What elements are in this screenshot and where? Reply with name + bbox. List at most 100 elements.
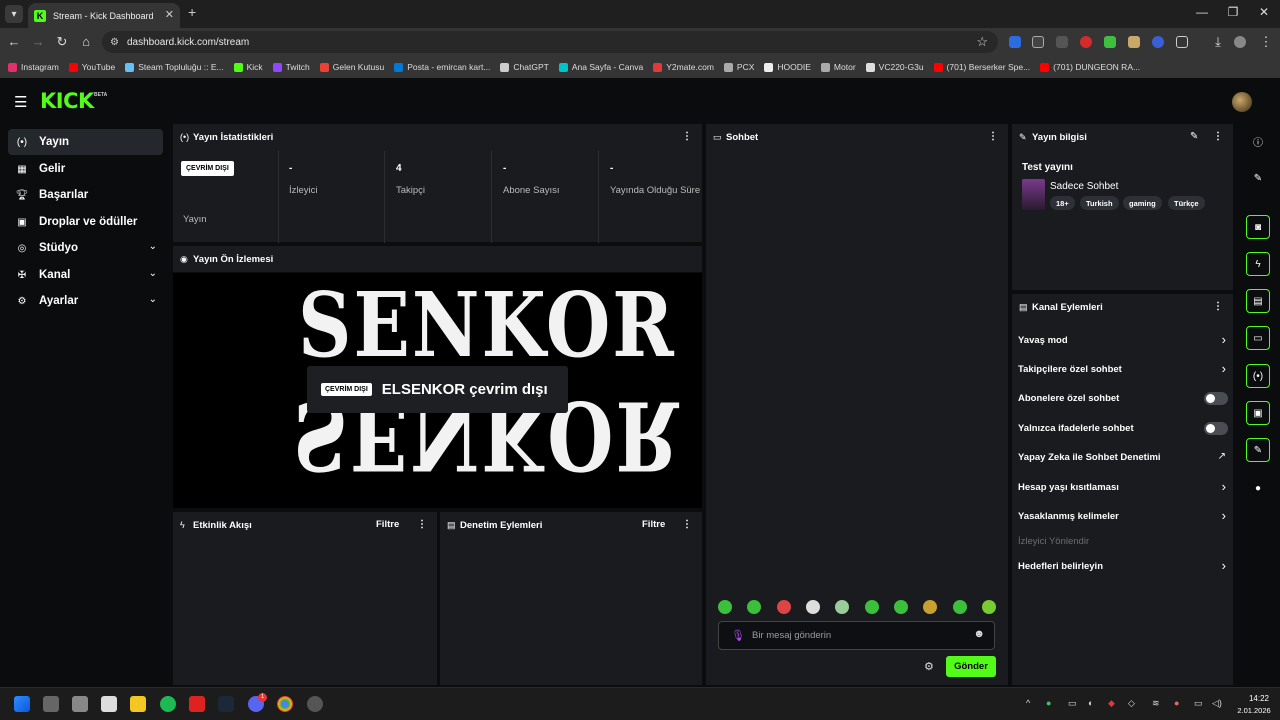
- bookmark-item[interactable]: Gelen Kutusu: [319, 62, 384, 72]
- send-button[interactable]: Gönder: [946, 656, 996, 677]
- chrome-icon[interactable]: [277, 696, 293, 712]
- tab-close-icon[interactable]: ✕: [165, 8, 174, 21]
- reload-icon[interactable]: ↻: [54, 34, 70, 50]
- filter-button[interactable]: Filtre: [376, 519, 399, 530]
- emote-icon[interactable]: [981, 600, 996, 614]
- more-options-icon[interactable]: ⋮: [682, 519, 692, 530]
- emote-icon[interactable]: [864, 600, 879, 614]
- tray-icon[interactable]: ◆: [1108, 698, 1115, 709]
- preview-icon[interactable]: ◙: [1246, 215, 1270, 239]
- clock-date[interactable]: 2.01.2026: [1232, 706, 1276, 715]
- sidebar-item-yayin[interactable]: (•) Yayın: [8, 129, 163, 155]
- subscribers-only-toggle[interactable]: [1204, 392, 1228, 405]
- emote-icon[interactable]: [718, 600, 732, 614]
- bookmark-item[interactable]: (701) DUNGEON RA...: [1040, 62, 1140, 72]
- taskbar-app-icon[interactable]: [307, 696, 323, 712]
- more-options-icon[interactable]: ⋮: [417, 519, 427, 530]
- sidebar-item-basarilar[interactable]: 🏆︎ Başarılar: [8, 182, 163, 208]
- site-info-icon[interactable]: ⚙: [110, 37, 119, 48]
- bookmark-item[interactable]: HOODIE: [764, 62, 811, 72]
- taskbar-app-icon[interactable]: [43, 696, 59, 712]
- edit-pencil-icon[interactable]: ✎: [1246, 166, 1270, 190]
- info-icon[interactable]: ⓘ: [1246, 129, 1270, 153]
- shield-extension-icon[interactable]: [1104, 36, 1116, 48]
- edit-pencil-icon[interactable]: ✎: [1190, 131, 1198, 142]
- tray-steam-icon[interactable]: ◐: [1088, 698, 1093, 708]
- more-options-icon[interactable]: ⋮: [1213, 131, 1223, 142]
- filter-button[interactable]: Filtre: [642, 519, 665, 530]
- bookmark-item[interactable]: Y2mate.com: [653, 62, 714, 72]
- browser-menu-icon[interactable]: ⋮: [1258, 34, 1274, 50]
- minimize-icon[interactable]: —: [1192, 5, 1212, 19]
- tray-icon[interactable]: ◇: [1128, 698, 1135, 709]
- steam-icon[interactable]: [218, 696, 234, 712]
- tray-overflow-icon[interactable]: ^: [1026, 698, 1030, 708]
- taskbar-app-icon[interactable]: [189, 696, 205, 712]
- sidebar-item-kanal[interactable]: ✠ Kanal ⌄: [8, 262, 163, 288]
- extensions-puzzle-icon[interactable]: [1176, 36, 1188, 48]
- action-followers-only[interactable]: Takipçilere özel sohbet ›: [1018, 361, 1230, 378]
- taskbar-app-icon[interactable]: [101, 696, 117, 712]
- bookmark-item[interactable]: Twitch: [272, 62, 310, 72]
- chat-settings-icon[interactable]: ⚙: [924, 660, 934, 673]
- more-options-icon[interactable]: ⋮: [1213, 301, 1223, 312]
- new-tab-button[interactable]: +: [188, 4, 196, 20]
- bookmark-item[interactable]: ChatGPT: [500, 62, 549, 72]
- volume-icon[interactable]: ◁): [1212, 698, 1222, 709]
- back-icon[interactable]: ←: [6, 34, 22, 49]
- more-options-icon[interactable]: ⋮: [988, 131, 998, 142]
- restore-icon[interactable]: ❐: [1223, 5, 1243, 19]
- channel-actions-icon[interactable]: ▣: [1246, 401, 1270, 425]
- windows-start-icon[interactable]: [14, 696, 30, 712]
- bookmark-item[interactable]: Posta - emircan kart...: [394, 62, 490, 72]
- bookmark-folder[interactable]: PCX: [723, 62, 754, 72]
- bookmark-star-icon[interactable]: ☆: [976, 34, 988, 50]
- extension-icon[interactable]: [1152, 36, 1164, 48]
- address-bar[interactable]: ⚙ dashboard.kick.com/stream ☆: [102, 31, 998, 53]
- sidebar-item-gelir[interactable]: ▦ Gelir: [8, 156, 163, 182]
- chat-message-input[interactable]: 🎙︎ Bir mesaj gönderin ☻: [718, 621, 995, 650]
- tray-icon[interactable]: ≋: [1152, 698, 1160, 709]
- document-icon[interactable]: ▤: [1246, 289, 1270, 313]
- user-avatar[interactable]: [1232, 92, 1252, 112]
- sidebar-item-droplar[interactable]: ▣ Droplar ve ödüller: [8, 209, 163, 235]
- window-close-icon[interactable]: ✕: [1254, 5, 1274, 19]
- wrench-icon[interactable]: ✎: [1246, 438, 1270, 462]
- tray-icon[interactable]: ▭: [1068, 698, 1077, 709]
- bookmark-item[interactable]: Instagram: [8, 62, 59, 72]
- lightning-icon[interactable]: ϟ: [1246, 252, 1270, 276]
- extension-icon[interactable]: [1009, 36, 1021, 48]
- home-icon[interactable]: ⌂: [78, 34, 94, 49]
- extension-icon[interactable]: [1080, 36, 1092, 48]
- kick-logo[interactable]: KICK: [40, 89, 94, 113]
- bookmark-folder[interactable]: Motor: [820, 62, 856, 72]
- bookmark-item[interactable]: (701) Berserker Spe...: [933, 62, 1030, 72]
- taskbar-app-icon[interactable]: [72, 696, 88, 712]
- sidebar-item-studyo[interactable]: ◎ Stüdyo ⌄: [8, 235, 163, 261]
- extension-icon[interactable]: [1056, 36, 1068, 48]
- microphone-icon[interactable]: 🎙︎: [731, 629, 745, 642]
- more-options-icon[interactable]: ⋮: [682, 131, 692, 142]
- network-icon[interactable]: ▭: [1194, 698, 1203, 709]
- action-ai-moderation[interactable]: Yapay Zeka ile Sohbet Denetimi ↗: [1018, 450, 1230, 466]
- emote-icon[interactable]: [952, 600, 967, 614]
- bookmark-item[interactable]: YouTube: [68, 62, 115, 72]
- broadcast-icon[interactable]: (•): [1246, 364, 1270, 388]
- emote-icon[interactable]: [835, 600, 850, 614]
- action-set-goals[interactable]: Hedefleri belirleyin ›: [1018, 558, 1230, 575]
- profile-avatar-icon[interactable]: [1234, 36, 1246, 48]
- extension-icon[interactable]: [1032, 36, 1044, 48]
- tray-icon[interactable]: ●: [1046, 698, 1051, 708]
- emote-icon[interactable]: [747, 600, 762, 614]
- microphone-icon[interactable]: ●: [1174, 698, 1179, 708]
- sidebar-item-ayarlar[interactable]: ⚙ Ayarlar ⌄: [8, 288, 163, 314]
- action-banned-words[interactable]: Yasaklanmış kelimeler ›: [1018, 508, 1230, 525]
- bookmark-item[interactable]: Ana Sayfa - Canva: [558, 62, 643, 72]
- emote-icon[interactable]: [776, 600, 791, 614]
- menu-icon[interactable]: ☰: [14, 93, 27, 111]
- emote-icon[interactable]: [923, 600, 938, 614]
- bookmark-item[interactable]: Kick: [233, 62, 263, 72]
- emoji-picker-icon[interactable]: ☻: [973, 628, 985, 640]
- bookmark-item[interactable]: Steam Topluluğu :: E...: [125, 62, 224, 72]
- chat-icon[interactable]: ▭: [1246, 326, 1270, 350]
